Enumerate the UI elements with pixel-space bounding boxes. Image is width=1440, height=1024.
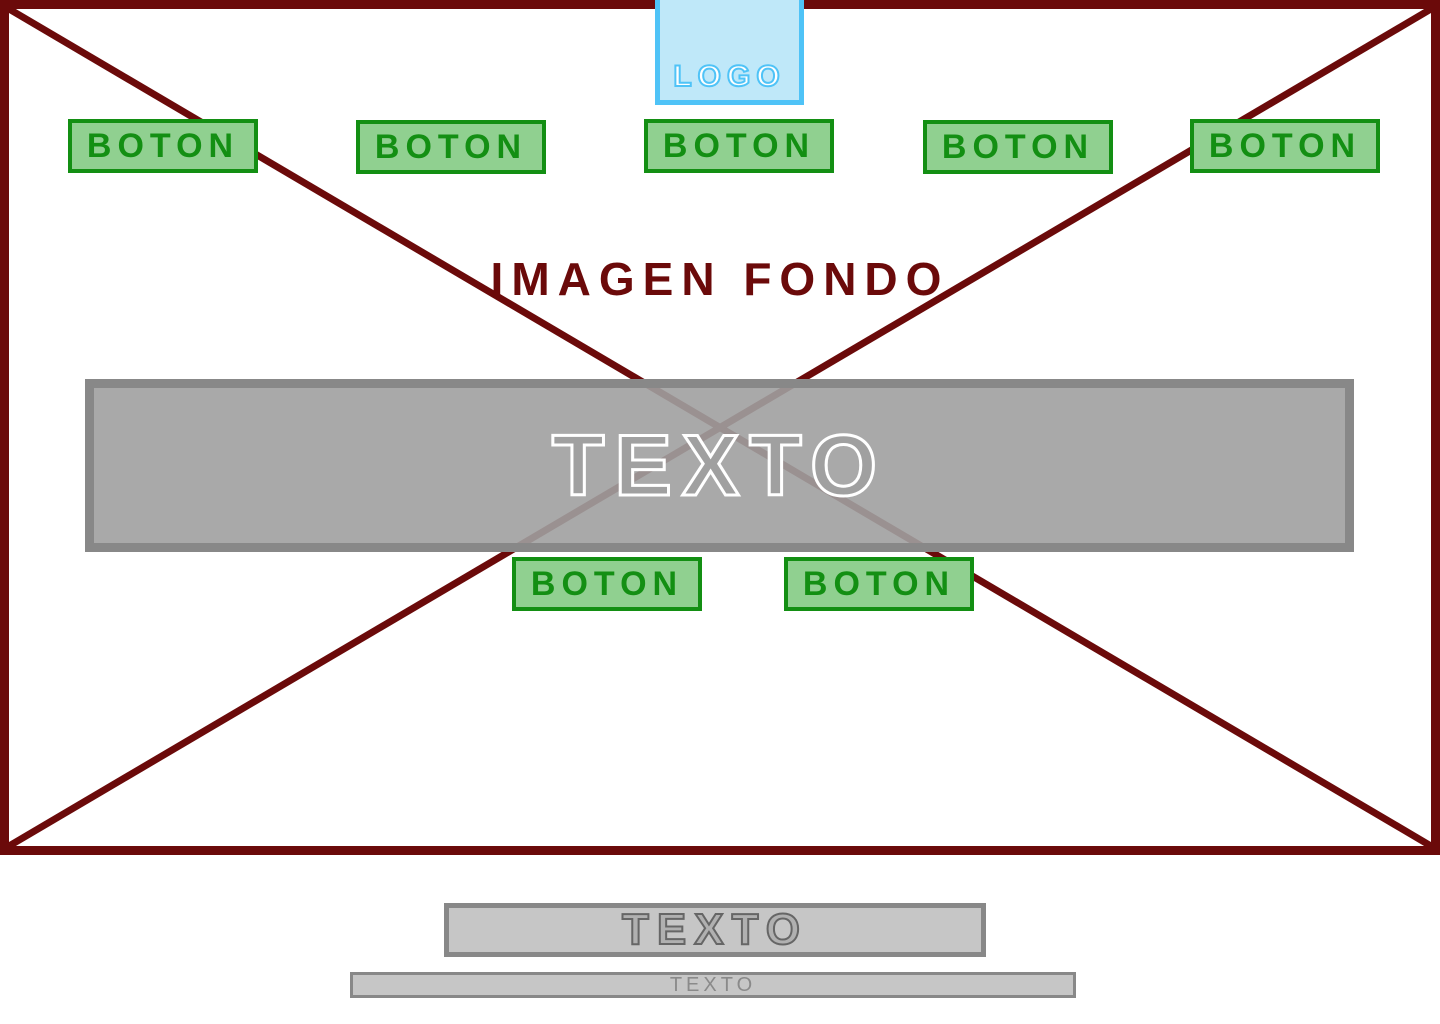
hero-background-label: IMAGEN FONDO [490,253,950,305]
nav-button-4[interactable]: BOTON [923,120,1113,174]
cta-button-1[interactable]: BOTON [512,557,702,611]
cta-button-2[interactable]: BOTON [784,557,974,611]
logo[interactable]: LOGO [655,0,804,105]
footer-primary-text: TEXTO [621,905,808,954]
nav-button-3[interactable]: BOTON [644,119,834,173]
hero-banner-text: TEXTO [550,417,888,514]
nav-button-5[interactable]: BOTON [1190,119,1380,173]
footer-text-box-secondary: TEXTO [350,972,1076,998]
footer-secondary-text: TEXTO [669,974,757,996]
logo-label: LOGO [672,60,786,93]
nav-button-1[interactable]: BOTON [68,119,258,173]
hero-text-banner: TEXTO [85,379,1354,552]
footer-text-box-primary: TEXTO [444,903,986,957]
nav-button-2[interactable]: BOTON [356,120,546,174]
wireframe-page: LOGO BOTON BOTON BOTON BOTON BOTON IMAGE… [0,0,1440,1024]
